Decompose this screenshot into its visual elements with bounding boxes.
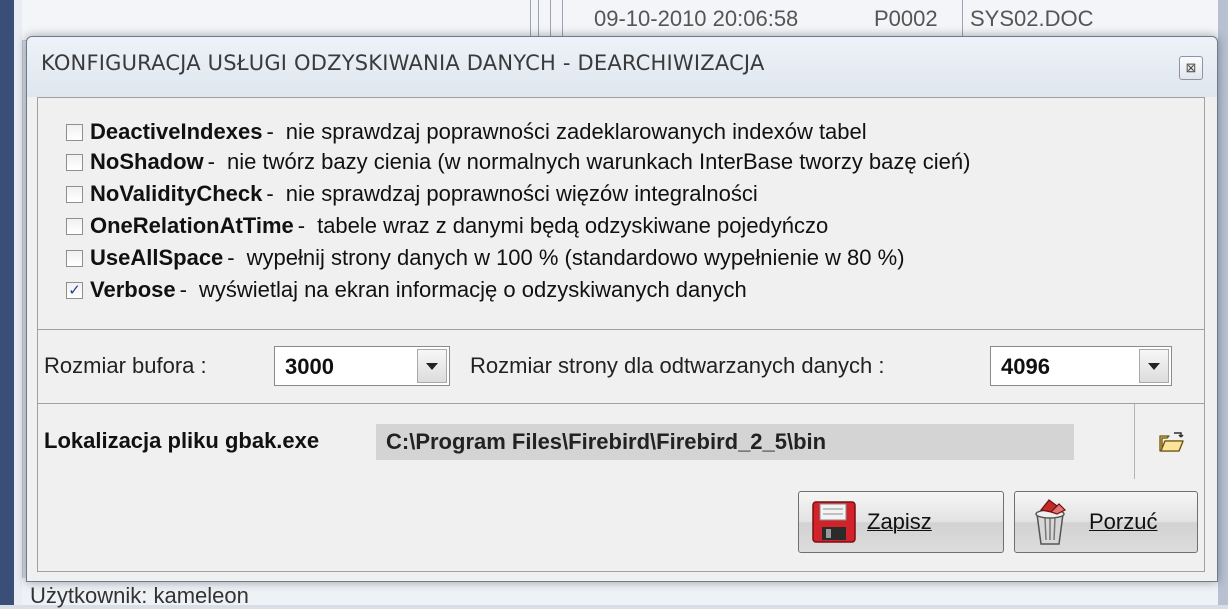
actions-group: Zapisz Porzuć (37, 479, 1205, 572)
option-name: OneRelationAtTime (90, 213, 294, 238)
gbak-location-field: C:\Program Files\Firebird\Firebird_2_5\b… (376, 424, 1074, 460)
option-name: Verbose (90, 277, 176, 302)
use-all-space-checkbox[interactable] (66, 249, 83, 267)
background-status-user: Użytkownik: kameleon (30, 583, 249, 608)
option-description: nie twórz bazy cienia (w normalnych waru… (227, 149, 971, 174)
page-size-value: 4096 (1001, 354, 1050, 379)
chevron-down-icon (1148, 363, 1160, 370)
save-button-label: Zapisz (867, 509, 932, 534)
options-group: DeactiveIndexes - nie sprawdzaj poprawno… (37, 97, 1205, 330)
grid-divider (538, 0, 539, 40)
background-code-cell: P0002 (874, 6, 938, 31)
sizes-group: Rozmiar bufora : 3000 Rozmiar strony dla… (37, 329, 1205, 404)
option-description: nie sprawdzaj poprawności zadeklarowanyc… (285, 119, 867, 144)
grid-divider (550, 0, 551, 40)
option-separator: - (179, 277, 187, 302)
background-grid-row: 09-10-2010 20:06:58 P0002 SYS02.DOC (22, 0, 1228, 41)
background-window-right-edge (1218, 0, 1228, 605)
page-size-dropdown-button[interactable] (1139, 349, 1169, 383)
grid-divider (962, 0, 963, 40)
buffer-size-dropdown-button[interactable] (417, 349, 447, 383)
background-file-cell: SYS02.DOC (970, 6, 1094, 31)
option-name: NoValidityCheck (90, 181, 263, 206)
grid-divider (530, 0, 531, 40)
browse-folder-button[interactable] (1134, 404, 1205, 480)
option-no-validity-check[interactable]: NoValidityCheck - nie sprawdzaj poprawno… (66, 180, 758, 208)
verbose-checkbox[interactable]: ✓ (66, 281, 83, 299)
option-description: nie sprawdzaj poprawności więzów integra… (285, 181, 758, 206)
page-size-label: Rozmiar strony dla odtwarzanych danych : (470, 353, 885, 378)
option-description: wypełnij strony danych w 100 % (standard… (246, 245, 905, 270)
option-deactive-indexes[interactable]: DeactiveIndexes - nie sprawdzaj poprawno… (66, 118, 867, 146)
option-name: NoShadow (90, 149, 204, 174)
background-date-cell: 09-10-2010 20:06:58 (594, 6, 799, 31)
buffer-size-label: Rozmiar bufora : (44, 353, 207, 378)
option-name: UseAllSpace (90, 245, 224, 270)
no-validity-check-checkbox[interactable] (66, 185, 83, 203)
option-description: tabele wraz z danymi będą odzyskiwane po… (317, 213, 829, 238)
option-separator: - (266, 119, 274, 144)
background-window-border (14, 0, 23, 605)
gbak-location-group: Lokalizacja pliku gbak.exe C:\Program Fi… (37, 403, 1205, 481)
buffer-size-value: 3000 (285, 354, 334, 379)
buffer-size-select[interactable]: 3000 (274, 346, 450, 386)
option-one-relation-at-time[interactable]: OneRelationAtTime - tabele wraz z danymi… (66, 212, 828, 240)
option-separator: - (227, 245, 235, 270)
folder-open-icon (1159, 432, 1184, 452)
gbak-location-label: Lokalizacja pliku gbak.exe (44, 428, 320, 453)
cancel-button[interactable]: Porzuć (1014, 491, 1198, 553)
option-separator: - (297, 213, 306, 238)
background-window-edge (0, 0, 14, 605)
deactive-indexes-checkbox[interactable] (66, 123, 83, 141)
dialog-client-area: DeactiveIndexes - nie sprawdzaj poprawno… (37, 97, 1205, 573)
trash-bin-icon (1035, 499, 1067, 545)
one-relation-at-time-checkbox[interactable] (66, 217, 83, 235)
no-shadow-checkbox[interactable] (66, 153, 83, 171)
save-button[interactable]: Zapisz (798, 491, 1004, 553)
option-verbose[interactable]: ✓ Verbose - wyświetlaj na ekran informac… (66, 276, 747, 304)
option-use-all-space[interactable]: UseAllSpace - wypełnij strony danych w 1… (66, 244, 905, 272)
dialog-titlebar[interactable]: KONFIGURACJA USŁUGI ODZYSKIWANIA DANYCH … (27, 37, 1217, 97)
close-button[interactable]: ⊠ (1179, 56, 1203, 80)
option-description: wyświetlaj na ekran informację o odzyski… (198, 277, 747, 302)
option-separator: - (207, 149, 215, 174)
option-separator: - (266, 181, 274, 206)
floppy-disk-icon (812, 501, 856, 543)
page-size-select[interactable]: 4096 (990, 346, 1172, 386)
option-name: DeactiveIndexes (90, 119, 263, 144)
cancel-button-label: Porzuć (1089, 509, 1158, 534)
grid-divider (562, 0, 563, 40)
configuration-dialog: KONFIGURACJA USŁUGI ODZYSKIWANIA DANYCH … (26, 36, 1218, 582)
chevron-down-icon (426, 363, 438, 370)
dialog-title: KONFIGURACJA USŁUGI ODZYSKIWANIA DANYCH … (41, 51, 765, 75)
gbak-location-value: C:\Program Files\Firebird\Firebird_2_5\b… (386, 429, 827, 454)
option-no-shadow[interactable]: NoShadow - nie twórz bazy cienia (w norm… (66, 148, 970, 176)
